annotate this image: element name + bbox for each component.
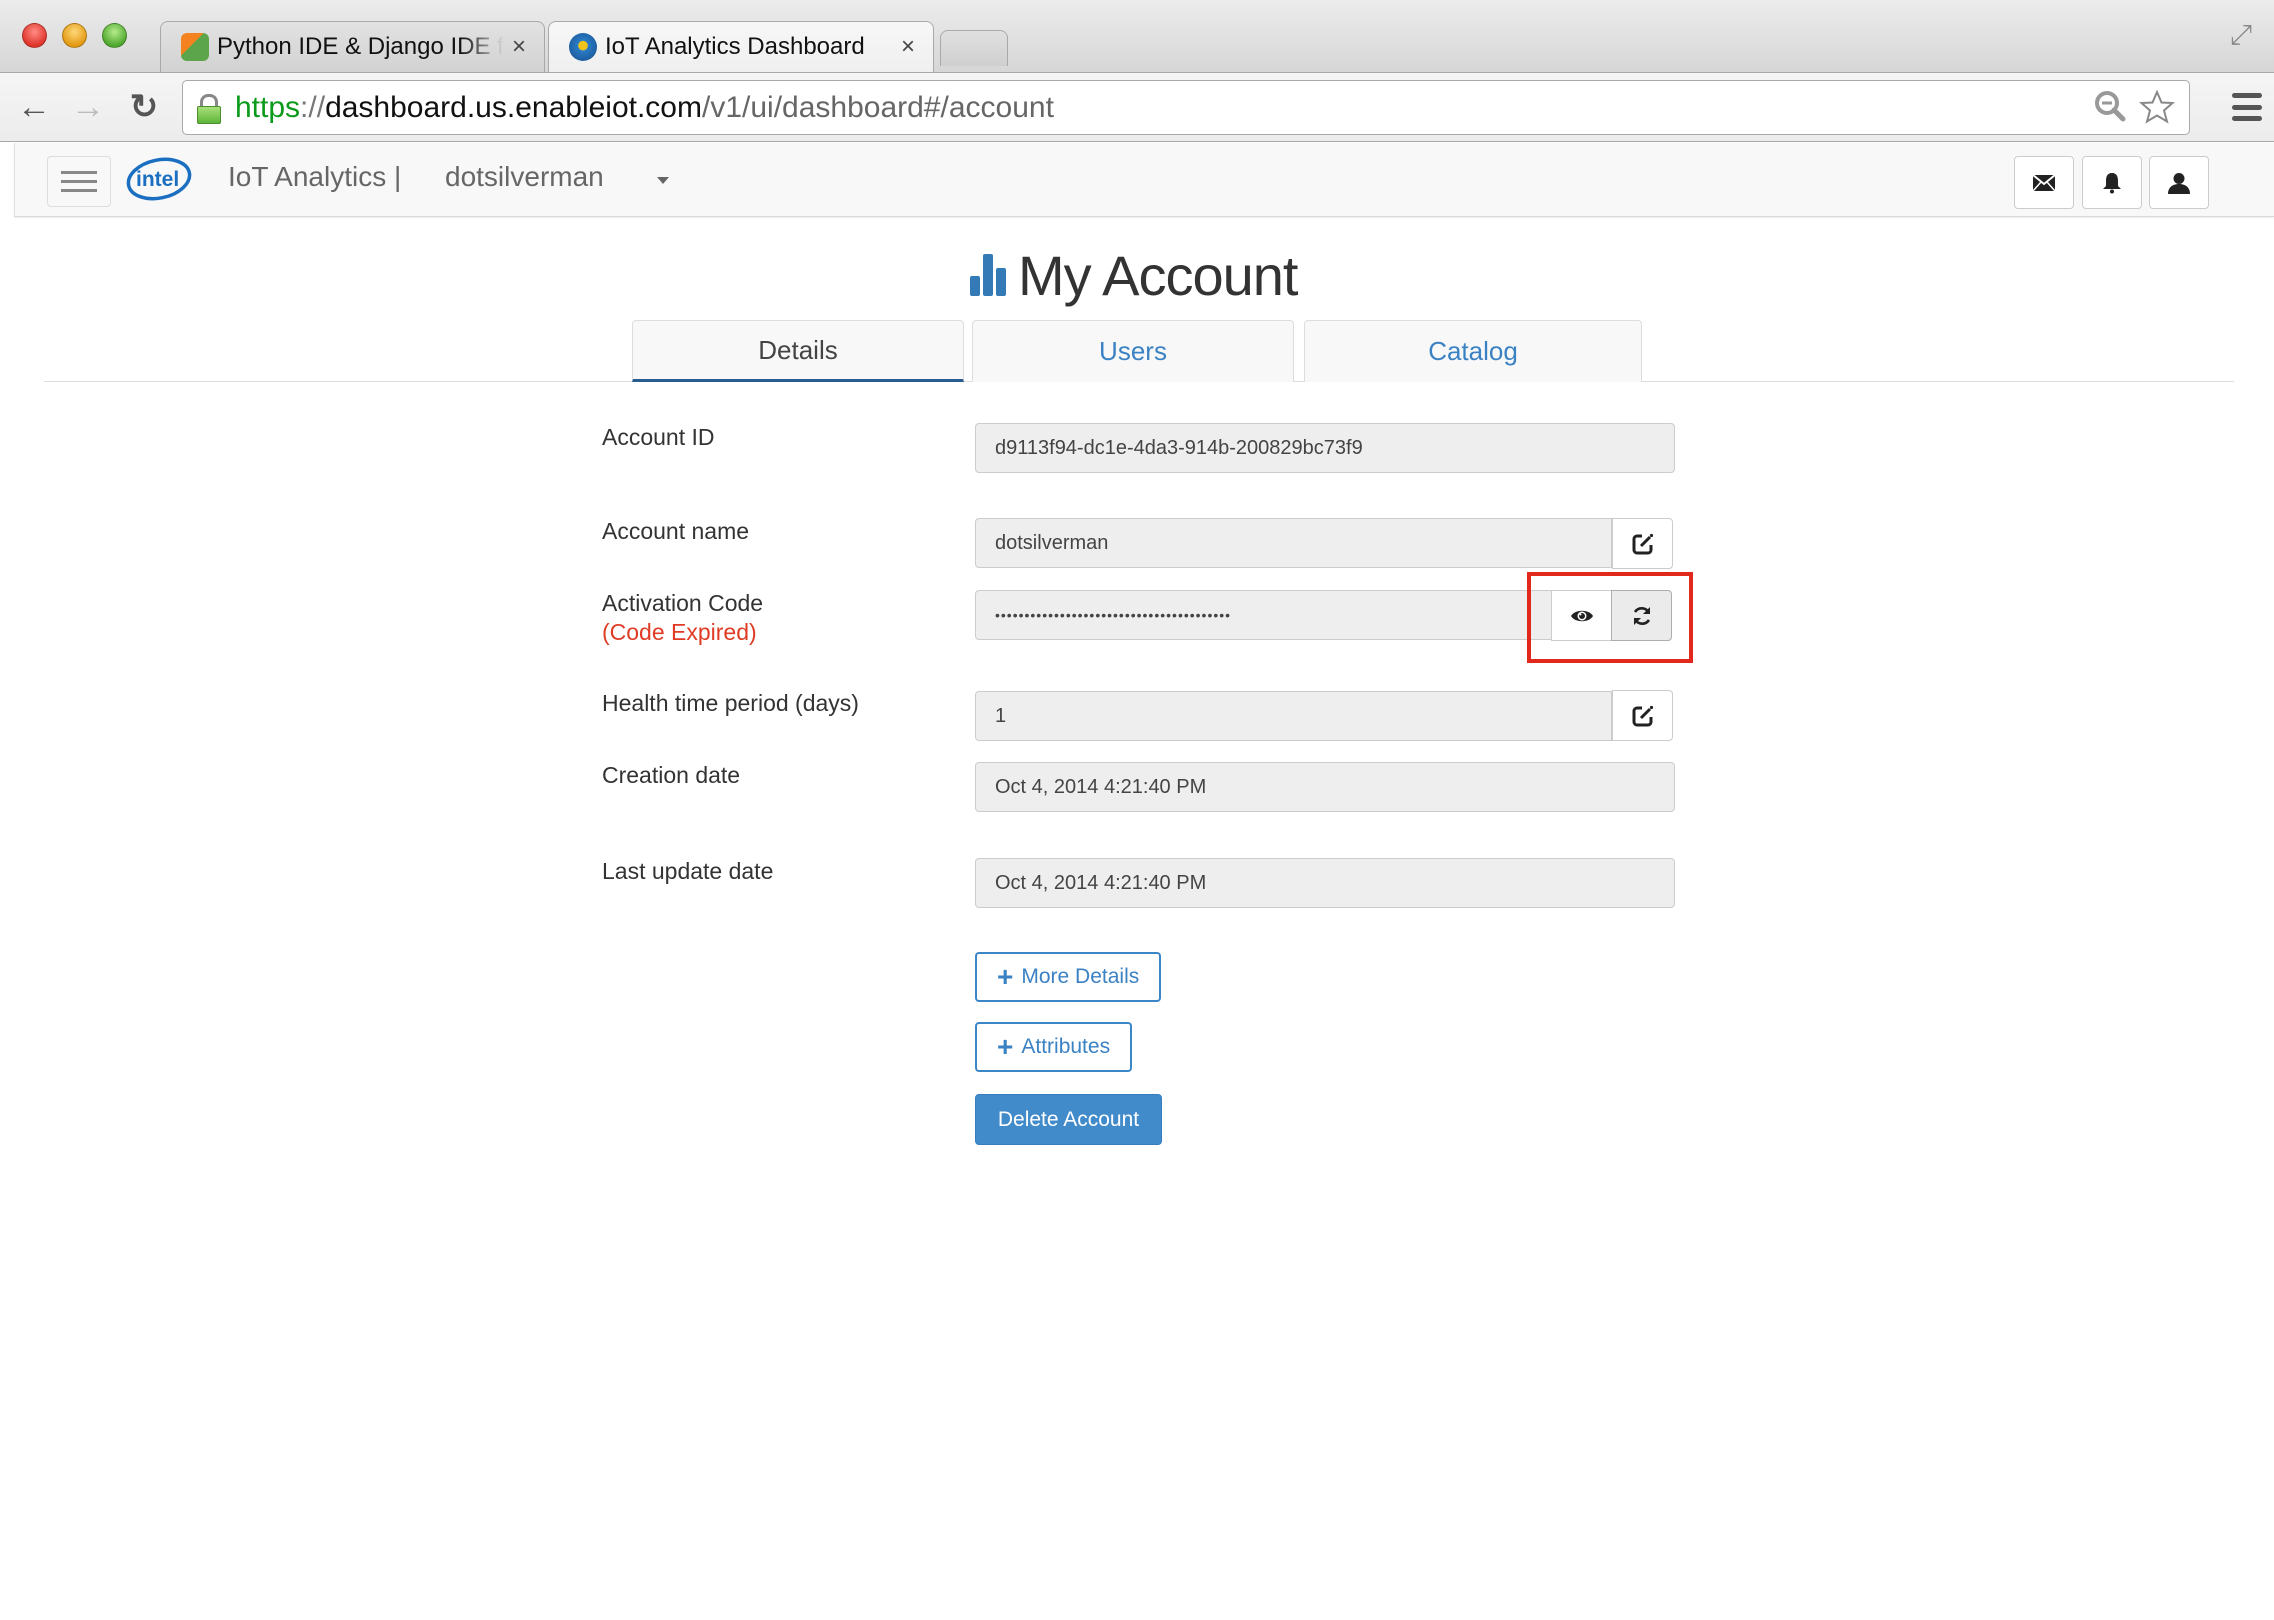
tab-title: Python IDE & Django IDE for Web develope… (217, 33, 504, 60)
delete-account-button[interactable]: Delete Account (975, 1094, 1162, 1145)
url-separator: :// (300, 90, 326, 124)
health-period-field[interactable]: 1 (975, 691, 1612, 741)
creation-date-field[interactable]: Oct 4, 2014 4:21:40 PM (975, 762, 1675, 812)
last-update-date-label: Last update date (602, 858, 774, 884)
eye-icon (1570, 610, 1593, 621)
sidebar-toggle-button[interactable] (47, 156, 111, 207)
show-activation-code-button[interactable] (1551, 590, 1612, 641)
page-title-text: My Account (1018, 243, 1298, 307)
pycharm-icon (181, 33, 209, 61)
plus-icon: + (997, 961, 1014, 992)
edit-account-name-button[interactable] (1612, 518, 1673, 569)
url-path: /v1/ui/dashboard#/account (701, 90, 1054, 124)
bell-icon (2103, 172, 2121, 193)
browser-titlebar: Python IDE & Django IDE for Web develope… (0, 0, 2274, 72)
url-host: dashboard.us.enableiot.com (325, 90, 702, 124)
browser-tab-iot-dashboard[interactable]: IoT Analytics Dashboard × (548, 21, 934, 72)
app-navbar: intel IoT Analytics | dotsilverman (14, 143, 2274, 217)
fullscreen-icon[interactable]: ⤢ (2226, 20, 2256, 50)
edit-icon (1632, 533, 1653, 554)
url-scheme: https (235, 90, 301, 124)
refresh-icon (1633, 606, 1650, 625)
address-bar[interactable]: https://dashboard.us.enableiot.com/v1/ui… (182, 80, 2190, 135)
tab-details[interactable]: Details (632, 320, 964, 382)
attributes-button[interactable]: + Attributes (975, 1022, 1133, 1072)
lock-icon (197, 93, 221, 124)
zoom-icon[interactable] (2093, 89, 2127, 123)
browser-tab-pycharm[interactable]: Python IDE & Django IDE for Web develope… (160, 21, 545, 72)
code-expired-status: (Code Expired) (602, 619, 757, 645)
edit-icon (1632, 705, 1653, 726)
plus-icon: + (997, 1031, 1014, 1062)
bar-chart-icon (970, 254, 1006, 296)
notifications-button[interactable] (2082, 156, 2142, 209)
more-details-button[interactable]: + More Details (975, 952, 1162, 1002)
back-button[interactable]: ← (14, 87, 54, 127)
minimize-window-button[interactable] (62, 23, 87, 48)
tab-catalog[interactable]: Catalog (1304, 320, 1642, 382)
health-period-label: Health time period (days) (602, 690, 859, 716)
account-id-field[interactable]: d9113f94-dc1e-4da3-914b-200829bc73f9 (975, 423, 1675, 473)
refresh-activation-code-button[interactable] (1611, 590, 1672, 641)
account-id-label: Account ID (602, 424, 715, 450)
page-title: My Account (970, 240, 1298, 310)
forward-button[interactable]: → (68, 87, 108, 127)
user-profile-button[interactable] (2149, 156, 2209, 209)
activation-code-label: Activation Code (602, 590, 764, 616)
attributes-label: Attributes (1021, 1035, 1111, 1058)
new-tab-button[interactable] (940, 30, 1008, 66)
more-details-label: More Details (1021, 965, 1140, 988)
edit-health-period-button[interactable] (1612, 690, 1673, 741)
reload-button[interactable]: ↻ (124, 87, 164, 127)
tab-title: IoT Analytics Dashboard (605, 33, 865, 60)
activation-code-field[interactable]: •••••••••••••••••••••••••••••••••••••••• (975, 590, 1552, 640)
creation-date-label: Creation date (602, 762, 741, 788)
iot-analytics-icon (569, 33, 597, 61)
envelope-icon (2033, 174, 2055, 191)
chrome-menu-icon[interactable] (2232, 93, 2262, 121)
last-update-date-field[interactable]: Oct 4, 2014 4:21:40 PM (975, 858, 1675, 908)
account-name-field[interactable]: dotsilverman (975, 518, 1612, 568)
tab-users[interactable]: Users (972, 320, 1294, 382)
close-tab-icon[interactable]: × (512, 33, 526, 61)
account-selector[interactable]: dotsilverman (445, 161, 604, 193)
close-window-button[interactable] (22, 23, 47, 48)
brand-title: IoT Analytics | (228, 161, 402, 192)
user-icon (2168, 172, 2190, 194)
close-tab-icon[interactable]: × (901, 33, 915, 61)
account-tabs: Details Users Catalog (44, 318, 2234, 382)
bookmark-star-icon[interactable] (2139, 89, 2175, 125)
account-name-label: Account name (602, 518, 750, 544)
intel-logo-text: intel (136, 168, 179, 191)
browser-toolbar: ← → ↻ https://dashboard.us.enableiot.com… (0, 72, 2274, 142)
intel-logo: intel (126, 157, 192, 201)
caret-down-icon[interactable] (657, 177, 669, 184)
messages-button[interactable] (2014, 156, 2074, 209)
zoom-window-button[interactable] (102, 23, 127, 48)
